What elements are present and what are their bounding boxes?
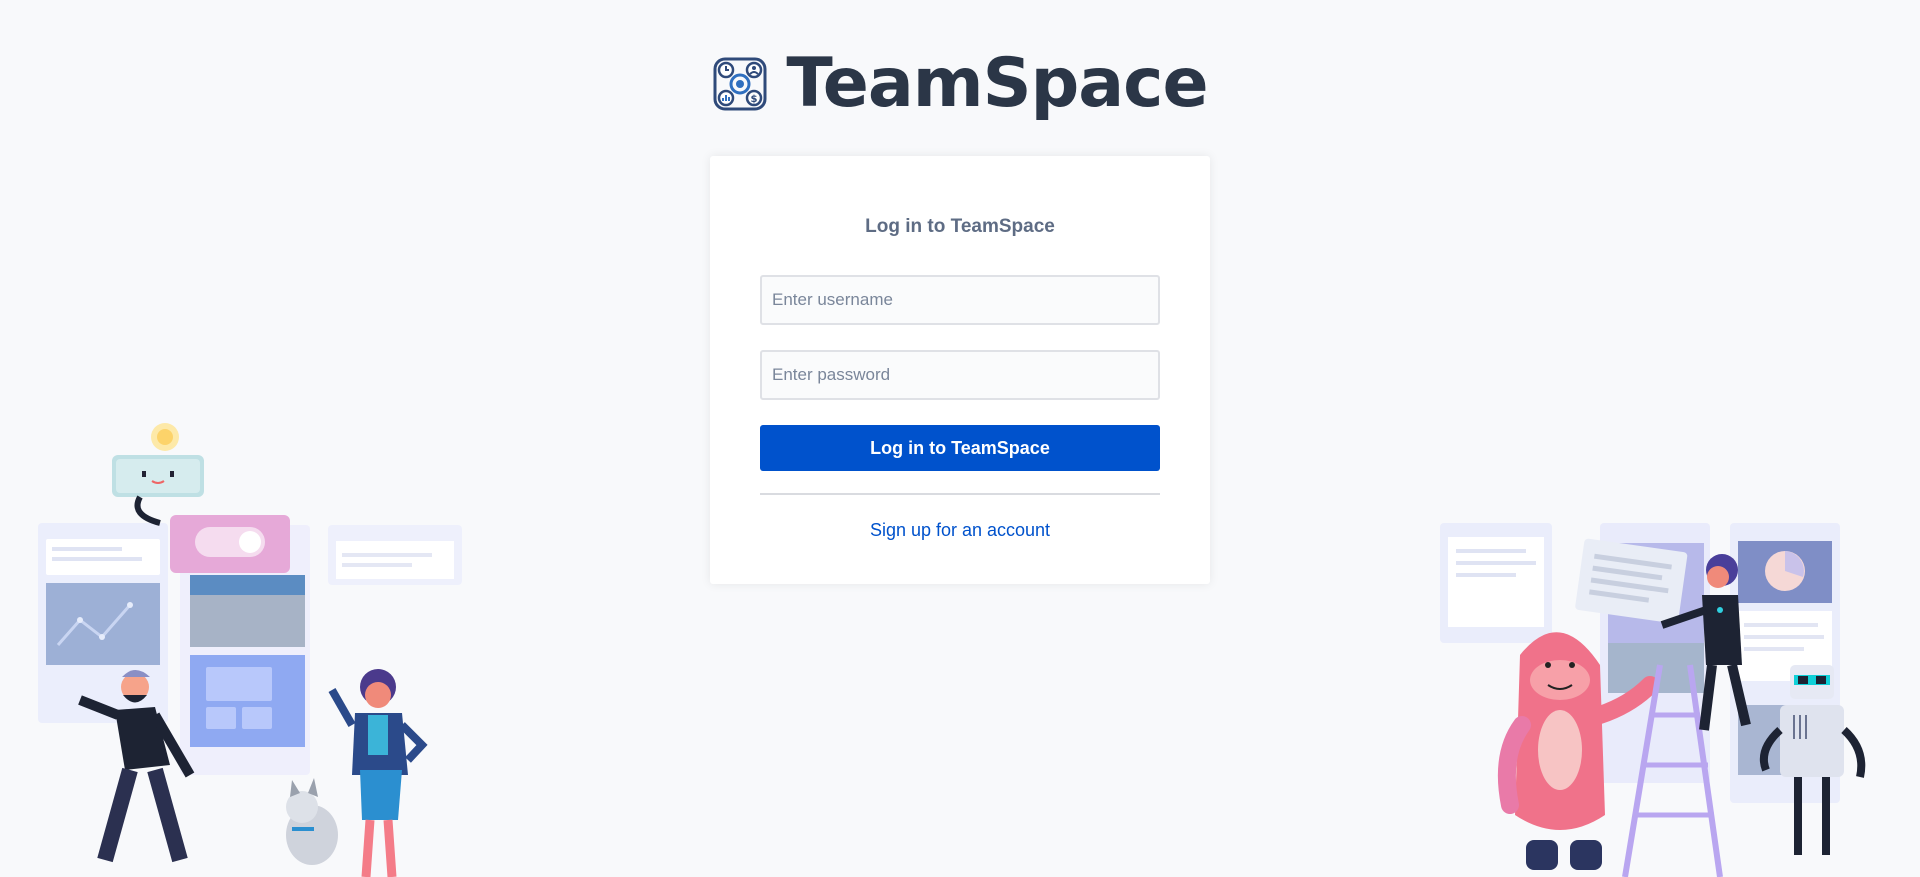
team-collaboration-illustration-left	[38, 423, 462, 877]
login-card: Log in to TeamSpace Log in to TeamSpace …	[710, 156, 1210, 584]
password-input[interactable]	[760, 350, 1160, 400]
signup-link[interactable]: Sign up for an account	[710, 520, 1210, 541]
brand-name: TeamSpace	[786, 44, 1208, 123]
svg-text:$: $	[751, 94, 758, 105]
login-title: Log in to TeamSpace	[865, 216, 1055, 237]
team-collaboration-illustration-right	[1440, 523, 1866, 877]
divider	[760, 493, 1160, 495]
header: $ TeamSpace	[0, 44, 1920, 124]
teamspace-logo-icon: $	[713, 57, 767, 111]
username-input[interactable]	[760, 275, 1160, 325]
login-button[interactable]: Log in to TeamSpace	[760, 425, 1160, 471]
